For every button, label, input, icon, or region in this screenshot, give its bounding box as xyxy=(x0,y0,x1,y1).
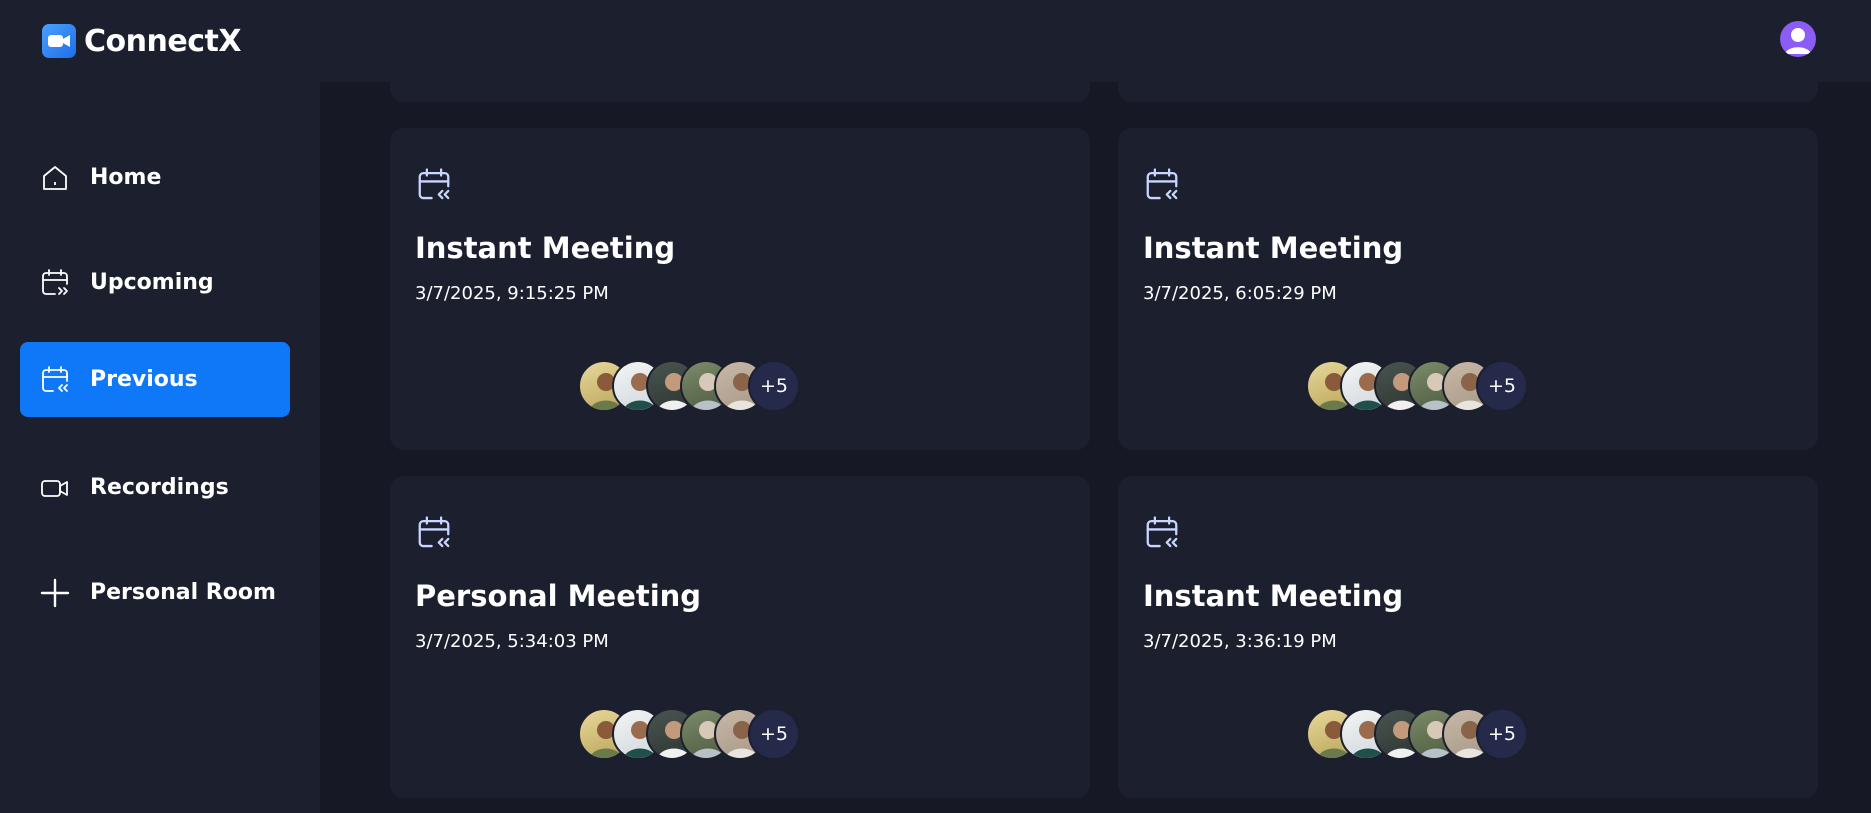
top-bar: ConnectX xyxy=(0,0,1871,82)
sidebar-item-label: Recordings xyxy=(90,475,229,500)
meeting-card[interactable]: Personal Meeting 3/7/2025, 5:34:03 PM +5 xyxy=(390,476,1090,798)
calendar-upcoming-icon xyxy=(38,266,72,300)
sidebar-item-label: Previous xyxy=(90,367,198,392)
plus-icon xyxy=(38,576,72,610)
meeting-date: 3/7/2025, 5:34:03 PM xyxy=(415,631,609,652)
attendee-avatars: +5 xyxy=(578,708,818,760)
calendar-previous-icon xyxy=(415,166,453,204)
meeting-title: Personal Meeting xyxy=(415,579,702,613)
sidebar-nav: Home Upcoming Previous Recordings Person… xyxy=(0,82,320,813)
calendar-previous-icon xyxy=(1143,514,1181,552)
user-icon xyxy=(1785,28,1811,54)
calendar-previous-icon xyxy=(1143,166,1181,204)
sidebar-item-home[interactable]: Home xyxy=(20,140,290,215)
meeting-title: Instant Meeting xyxy=(1143,579,1404,613)
meeting-date: 3/7/2025, 9:15:25 PM xyxy=(415,283,609,304)
user-avatar-button[interactable] xyxy=(1780,21,1816,57)
sidebar-item-personal-room[interactable]: Personal Room xyxy=(20,555,290,630)
meeting-date: 3/7/2025, 3:36:19 PM xyxy=(1143,631,1337,652)
sidebar-item-upcoming[interactable]: Upcoming xyxy=(20,245,290,320)
home-icon xyxy=(38,161,72,195)
meeting-card[interactable]: Instant Meeting 3/7/2025, 9:15:25 PM +5 xyxy=(390,128,1090,450)
sidebar-item-previous[interactable]: Previous xyxy=(20,342,290,417)
meeting-card[interactable]: Instant Meeting 3/7/2025, 3:36:19 PM +5 xyxy=(1118,476,1818,798)
sidebar-item-label: Upcoming xyxy=(90,270,214,295)
meeting-card[interactable]: Instant Meeting 3/7/2025, 6:05:29 PM +5 xyxy=(1118,128,1818,450)
brand-name: ConnectX xyxy=(84,23,241,59)
attendee-avatars: +5 xyxy=(578,360,818,412)
calendar-previous-icon xyxy=(38,363,72,397)
meeting-title: Instant Meeting xyxy=(1143,231,1404,265)
calendar-previous-icon xyxy=(415,514,453,552)
attendee-avatars: +5 xyxy=(1306,708,1546,760)
more-attendees-count: +5 xyxy=(748,360,800,412)
more-attendees-count: +5 xyxy=(748,708,800,760)
sidebar-item-label: Personal Room xyxy=(90,580,276,605)
video-camera-logo-icon xyxy=(42,24,76,58)
attendee-avatars: +5 xyxy=(1306,360,1546,412)
sidebar-item-recordings[interactable]: Recordings xyxy=(20,450,290,525)
more-attendees-count: +5 xyxy=(1476,360,1528,412)
brand-link[interactable]: ConnectX xyxy=(42,20,241,62)
sidebar-item-label: Home xyxy=(90,165,162,190)
video-icon xyxy=(38,471,72,505)
more-attendees-count: +5 xyxy=(1476,708,1528,760)
meeting-title: Instant Meeting xyxy=(415,231,676,265)
meeting-date: 3/7/2025, 6:05:29 PM xyxy=(1143,283,1337,304)
